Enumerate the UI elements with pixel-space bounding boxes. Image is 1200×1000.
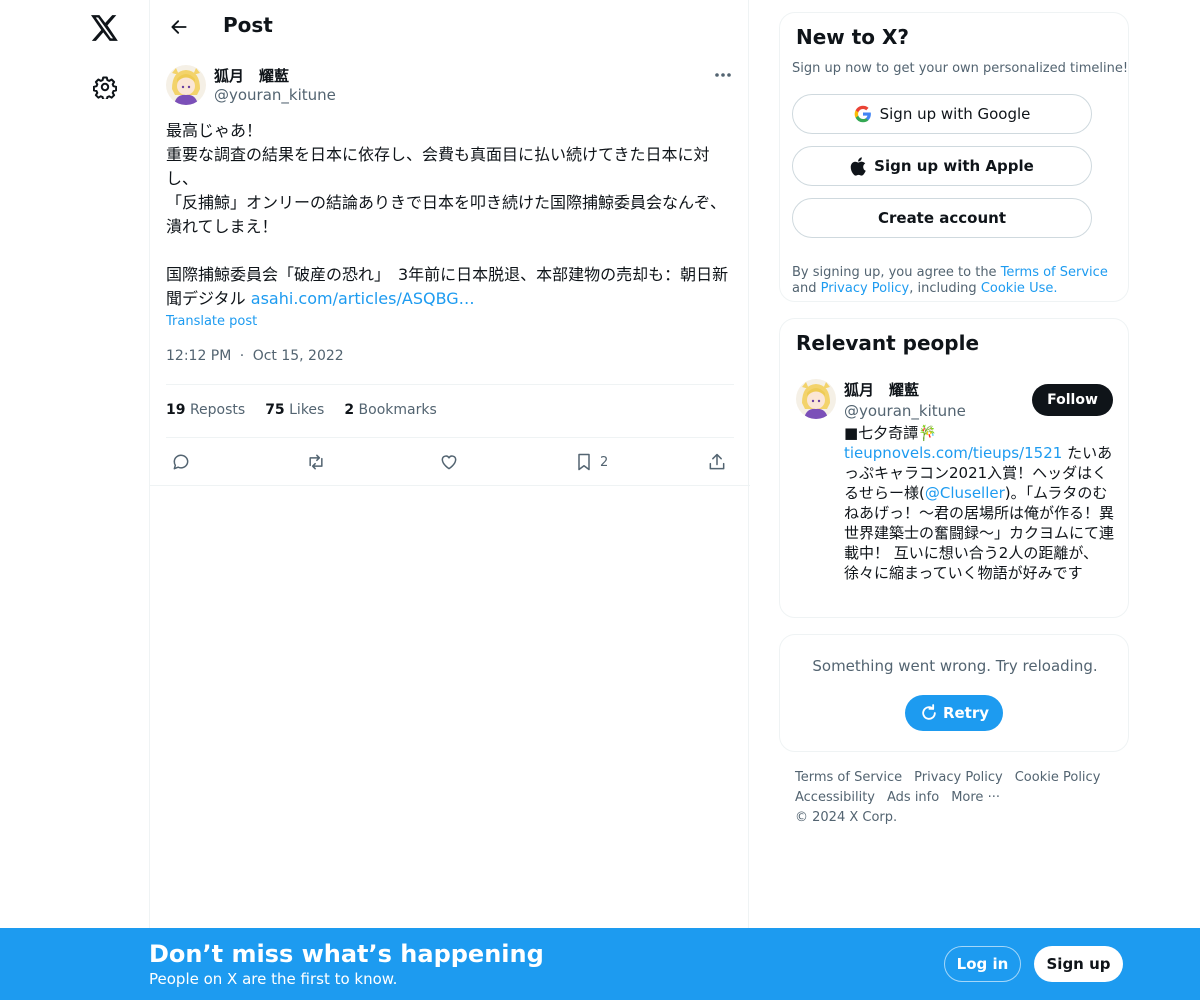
footer-ads-link[interactable]: Ads info xyxy=(887,788,939,808)
person-name[interactable]: 狐月 耀藍 xyxy=(844,379,919,400)
post-body: 最高じゃあ！ 重要な調査の結果を日本に依存し、会費も真面目に払い続けてきた日本に… xyxy=(166,121,729,308)
x-logo-icon[interactable] xyxy=(80,3,130,53)
legal-and: and xyxy=(792,281,821,296)
post-actions: 2 xyxy=(150,446,750,478)
footer-more-link[interactable]: More ··· xyxy=(951,788,1000,808)
signup-card: New to X? Sign up now to get your own pe… xyxy=(779,12,1129,302)
time-separator: · xyxy=(239,348,245,364)
translate-post-link[interactable]: Translate post xyxy=(166,314,257,329)
reposts-label: Reposts xyxy=(189,402,246,418)
retry-button[interactable]: Retry xyxy=(905,695,1003,731)
refresh-icon xyxy=(922,704,936,720)
trends-error-card: Something went wrong. Try reloading. Ret… xyxy=(779,634,1129,752)
post-date[interactable]: Oct 15, 2022 xyxy=(253,348,344,364)
person-bio: ■七夕奇譚🎋 tieupnovels.com/tieups/1521 たいあっぷキ… xyxy=(844,423,1116,583)
apple-signup-button[interactable]: Sign up with Apple xyxy=(792,146,1092,186)
signup-button[interactable]: Sign up xyxy=(1034,946,1123,982)
bookmarks-label: Bookmarks xyxy=(358,402,437,418)
google-signup-label: Sign up with Google xyxy=(879,105,1031,123)
divider xyxy=(166,437,734,438)
footer-links: Terms of Service Privacy Policy Cookie Pol… xyxy=(795,768,1115,828)
signup-card-title: New to X? xyxy=(796,25,910,49)
author-name[interactable]: 狐月 耀藍 xyxy=(214,65,289,86)
bottom-signup-bar: Don’t miss what’s happening People on X … xyxy=(0,928,1200,1000)
gear-icon[interactable] xyxy=(80,62,130,112)
bio-mention[interactable]: @Cluseller xyxy=(925,484,1005,502)
post-timestamp: 12:12 PM · Oct 15, 2022 xyxy=(166,348,344,364)
relevant-people-title: Relevant people xyxy=(796,331,980,355)
main-column: Post 狐月 耀藍 @youran_kitune 最高じゃあ！ 重要な調査の結… xyxy=(149,0,750,1000)
repost-icon[interactable] xyxy=(305,446,327,478)
apple-icon xyxy=(850,156,866,176)
avatar[interactable] xyxy=(796,379,836,419)
left-nav xyxy=(0,0,150,1000)
google-icon xyxy=(854,105,871,123)
page-title: Post xyxy=(223,13,273,37)
legal-including: , including xyxy=(909,281,981,296)
bookmark-button[interactable]: 2 xyxy=(574,446,608,478)
post-time[interactable]: 12:12 PM xyxy=(166,348,231,364)
signup-card-subtitle: Sign up now to get your own personalized… xyxy=(792,61,1129,76)
copyright: © 2024 X Corp. xyxy=(795,810,898,825)
privacy-link[interactable]: Privacy Policy xyxy=(821,281,910,296)
error-message: Something went wrong. Try reloading. xyxy=(812,657,1098,675)
post-text: 最高じゃあ！ 重要な調査の結果を日本に依存し、会費も真面目に払い続けてきた日本に… xyxy=(166,119,734,311)
divider xyxy=(150,485,750,486)
google-signup-button[interactable]: Sign up with Google xyxy=(792,94,1092,134)
bookmarks-stat[interactable]: 2 Bookmarks xyxy=(344,402,436,418)
bookmarks-count: 2 xyxy=(344,402,355,418)
post-stats: 19 Reposts 75 Likes 2 Bookmarks xyxy=(166,402,437,418)
apple-signup-label: Sign up with Apple xyxy=(874,157,1034,175)
divider xyxy=(166,384,734,385)
reposts-stat[interactable]: 19 Reposts xyxy=(166,402,245,418)
person-handle[interactable]: @youran_kitune xyxy=(844,402,966,420)
legal-prefix: By signing up, you agree to the xyxy=(792,265,1001,280)
bio-text: ■七夕奇譚🎋 xyxy=(844,424,937,442)
likes-stat[interactable]: 75 Likes xyxy=(265,402,324,418)
bottom-bar-title: Don’t miss what’s happening xyxy=(149,940,544,968)
bottom-bar-subtitle: People on X are the first to know. xyxy=(149,970,398,988)
bookmark-icon xyxy=(578,453,590,471)
likes-count: 75 xyxy=(265,402,285,418)
create-account-button[interactable]: Create account xyxy=(792,198,1092,238)
login-button[interactable]: Log in xyxy=(944,946,1021,982)
share-icon[interactable] xyxy=(707,446,727,478)
bookmark-count: 2 xyxy=(600,454,609,470)
reply-icon[interactable] xyxy=(171,446,191,478)
post-header: Post xyxy=(150,0,750,53)
footer-cookie-link[interactable]: Cookie Policy xyxy=(1015,768,1101,788)
article-link[interactable]: asahi.com/articles/ASQBG… xyxy=(251,289,475,308)
bio-link[interactable]: tieupnovels.com/tieups/1521 xyxy=(844,444,1062,462)
like-icon[interactable] xyxy=(439,446,459,478)
footer-accessibility-link[interactable]: Accessibility xyxy=(795,788,875,808)
footer-privacy-link[interactable]: Privacy Policy xyxy=(914,768,1003,788)
footer-terms-link[interactable]: Terms of Service xyxy=(795,768,902,788)
more-icon[interactable] xyxy=(710,64,736,86)
follow-button[interactable]: Follow xyxy=(1032,384,1113,416)
avatar[interactable] xyxy=(166,65,206,105)
signup-legal-text: By signing up, you agree to the Terms of… xyxy=(792,265,1112,297)
cookie-link[interactable]: Cookie Use. xyxy=(981,281,1058,296)
retry-label: Retry xyxy=(942,704,990,722)
author-handle[interactable]: @youran_kitune xyxy=(214,86,336,104)
terms-link[interactable]: Terms of Service xyxy=(1001,265,1108,280)
relevant-people-card: Relevant people 狐月 耀藍 @youran_kitune Fol… xyxy=(779,318,1129,618)
reposts-count: 19 xyxy=(166,402,186,418)
likes-label: Likes xyxy=(289,402,325,418)
arrow-left-icon[interactable] xyxy=(162,10,196,44)
